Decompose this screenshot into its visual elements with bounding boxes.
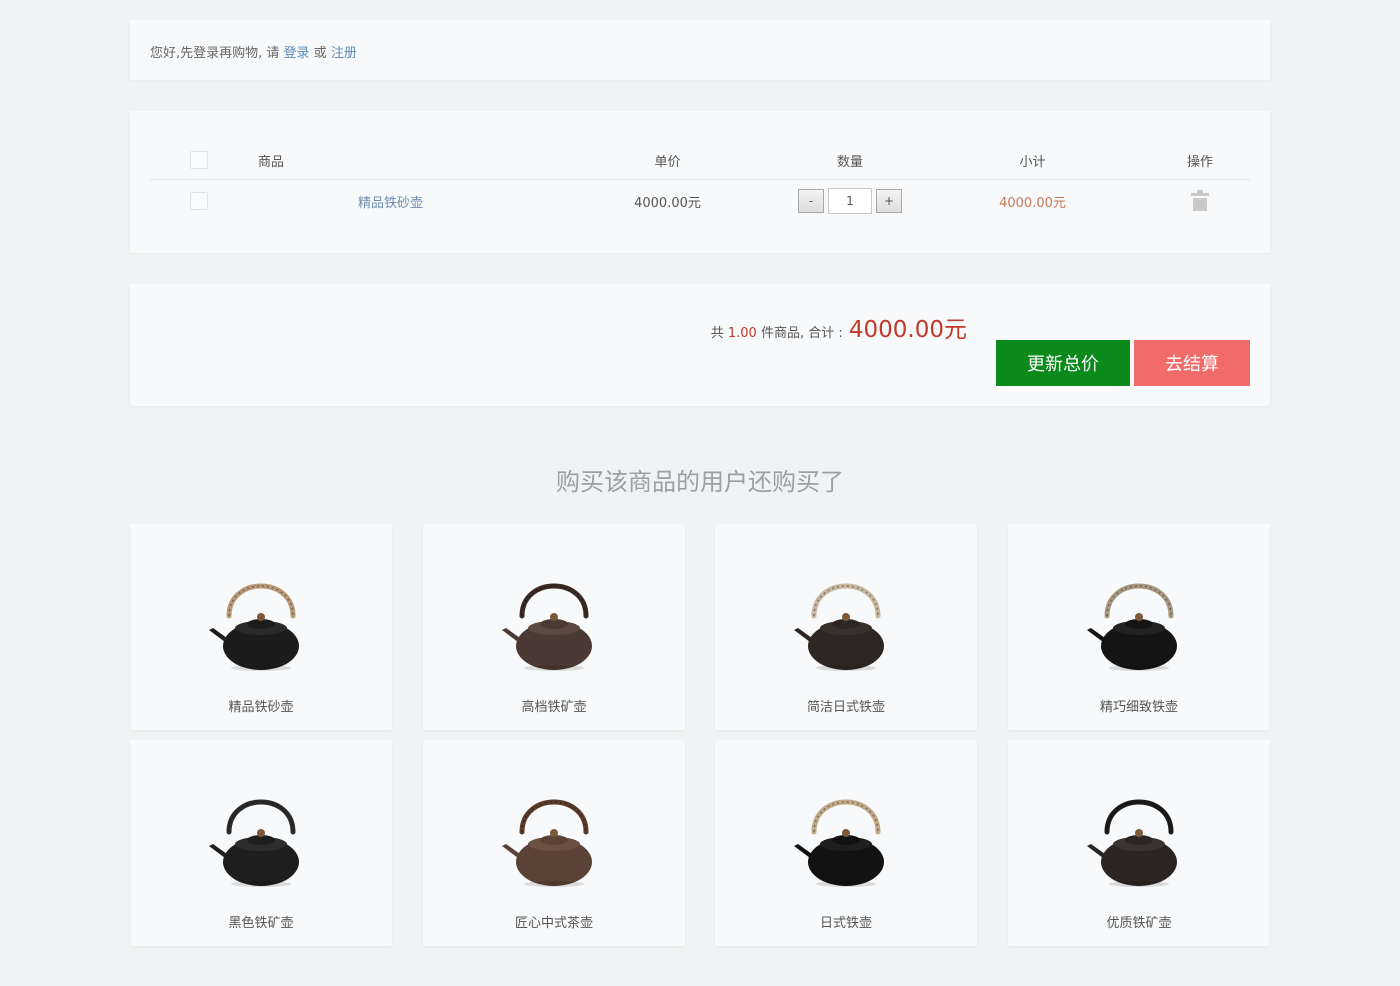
summary-line: 共 1.00 件商品, 合计 : 4000.00元 [711,310,967,344]
product-card[interactable]: 日式铁壶 [715,740,977,946]
product-card-name: 匠心中式茶壶 [514,916,593,931]
row-checkbox[interactable] [190,192,208,210]
teapot-image [209,799,299,887]
cart-header-row: 商品 单价 数量 小计 操作 [150,141,1250,180]
product-card[interactable]: 黑色铁矿壶 [130,740,392,946]
cart-table: 商品 单价 数量 小计 操作 精品铁砂壶 4000.00元 - 1 + 4000… [130,111,1270,253]
product-card[interactable]: 简洁日式铁壶 [715,524,977,730]
summary-middle: 件商品, 合计 : [756,326,847,341]
product-card-name: 精巧细致铁壶 [1099,700,1178,715]
teapot-image [794,583,884,671]
product-card-name: 优质铁矿壶 [1106,916,1172,931]
register-link[interactable]: 注册 [331,46,357,61]
header-product: 商品 [258,154,285,170]
product-card-name: 简洁日式铁壶 [806,700,885,715]
summary-prefix: 共 [710,326,728,341]
cart-summary: 共 1.00 件商品, 合计 : 4000.00元 更新总价 去结算 [130,284,1270,406]
login-link[interactable]: 登录 [284,46,310,61]
teapot-image [1087,583,1177,671]
header-price: 单价 [654,154,681,170]
product-card[interactable]: 高档铁矿壶 [423,524,685,730]
select-all-checkbox[interactable] [190,151,208,169]
table-row: 精品铁砂壶 4000.00元 - 1 + 4000.00元 [150,179,1250,223]
product-card[interactable]: 精巧细致铁壶 [1008,524,1270,730]
login-message: 您好,先登录再购物, 请 登录 或 注册 [150,42,357,61]
login-notice: 您好,先登录再购物, 请 登录 或 注册 [130,20,1270,80]
quantity-stepper: - 1 + [780,179,920,223]
product-card[interactable]: 精品铁砂壶 [130,524,392,730]
item-name-link[interactable]: 精品铁砂壶 [358,192,423,211]
item-name-cell: 精品铁砂壶 [358,179,423,223]
teapot-image [502,583,592,671]
teapot-image [1087,799,1177,887]
product-card[interactable]: 优质铁矿壶 [1008,740,1270,946]
product-card-name: 黑色铁矿壶 [228,916,294,931]
qty-minus-button[interactable]: - [798,189,824,213]
product-card-name: 精品铁砂壶 [228,700,294,715]
header-action: 操作 [1186,154,1213,170]
qty-plus-button[interactable]: + [876,189,902,213]
qty-input[interactable]: 1 [828,188,872,214]
header-qty: 数量 [836,154,863,170]
recommend-title: 购买该商品的用户还购买了 [556,468,844,496]
header-subtotal: 小计 [1019,154,1046,170]
product-card-name: 日式铁壶 [819,916,872,931]
action-cell [1150,179,1250,223]
product-card[interactable]: 匠心中式茶壶 [423,740,685,946]
teapot-image [209,583,299,671]
select-all-cell [190,141,208,179]
product-card-name: 高档铁矿壶 [521,700,587,715]
total-amount: 4000.00元 [848,317,967,343]
item-count: 1.00 [727,326,757,341]
notice-or: 或 [309,46,331,61]
item-price: 4000.00元 [634,195,701,211]
row-select-cell [190,179,208,223]
trash-icon[interactable] [1191,190,1209,212]
notice-text: 您好,先登录再购物, 请 [150,46,284,61]
teapot-image [502,799,592,887]
update-total-button[interactable]: 更新总价 [996,340,1130,386]
item-subtotal-cell: 4000.00元 [970,179,1095,223]
checkout-button[interactable]: 去结算 [1134,340,1250,386]
teapot-image [794,799,884,887]
item-subtotal: 4000.00元 [999,195,1066,211]
